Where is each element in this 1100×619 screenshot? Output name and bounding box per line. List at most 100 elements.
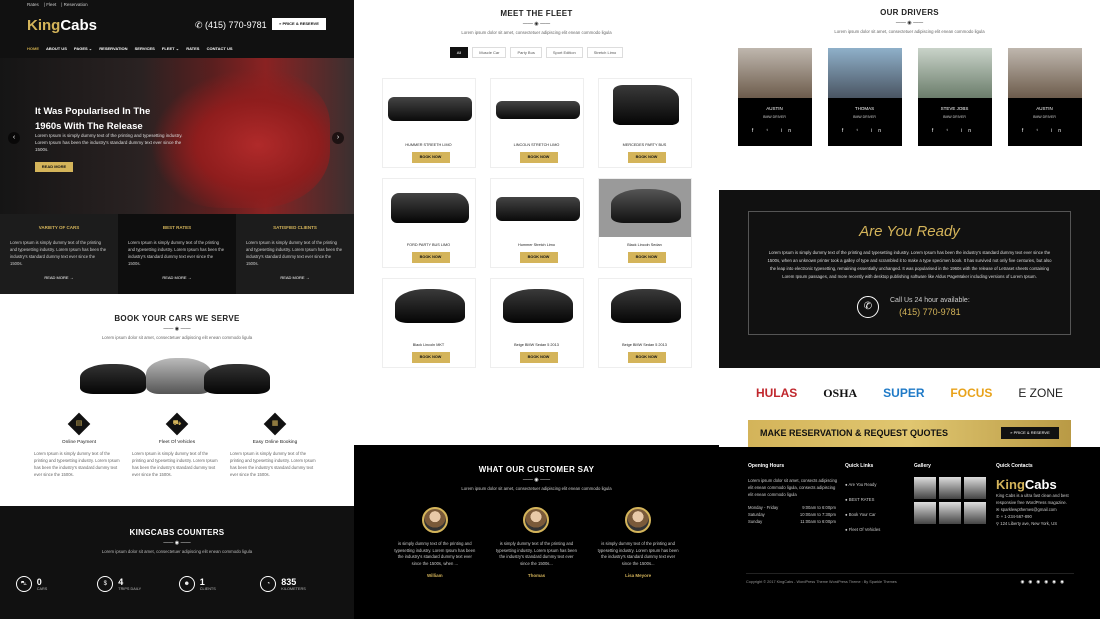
topbar-link-rates[interactable]: Rates — [27, 2, 39, 7]
tab-sport-edition[interactable]: Sport Edition — [545, 47, 583, 58]
social-icons[interactable]: f ᵗ in — [828, 128, 902, 134]
gallery-thumb[interactable] — [939, 502, 961, 524]
car-name: Black Lincoln MKT — [412, 343, 445, 347]
divider-icon: —— ◉ —— — [522, 21, 551, 27]
social-icons[interactable]: f ᵗ in — [918, 128, 992, 134]
read-more-link[interactable]: READ MORE → — [10, 275, 108, 280]
car-image — [495, 101, 580, 119]
social-icons[interactable]: f ᵗ in — [1008, 128, 1082, 134]
quick-link[interactable]: ● Are You Ready — [845, 477, 905, 492]
nav-about[interactable]: ABOUT US — [46, 46, 67, 51]
tab-all[interactable]: All — [449, 47, 469, 58]
book-now-button[interactable]: BOOK NOW — [519, 352, 558, 363]
car-image — [610, 289, 681, 323]
gallery-thumb[interactable] — [914, 502, 936, 524]
feature-title: BEST RATES — [162, 225, 192, 230]
tab-stretch-limo[interactable]: Stretch Limo — [586, 47, 624, 58]
fleet-card[interactable]: Beige BMW Sedan 5 2013 BOOK NOW — [597, 278, 692, 368]
price-reserve-button[interactable]: » PRICE & RESERVE — [1001, 427, 1059, 439]
nav-contact[interactable]: CONTACT US — [207, 46, 233, 51]
feature-title: SATISFIED CLIENTS — [273, 225, 317, 230]
driver-photo — [917, 48, 992, 98]
fleet-card[interactable]: FORD PARTY BUS LIMO BOOK NOW — [381, 178, 476, 268]
price-reserve-button[interactable]: » PRICE & RESERVE — [272, 18, 326, 30]
counter-value: 0 — [36, 577, 42, 587]
gallery-thumb[interactable] — [914, 477, 936, 499]
gallery-thumb[interactable] — [964, 502, 986, 524]
nav-home[interactable]: HOME — [27, 46, 39, 51]
fleet-section: MEET THE FLEET —— ◉ —— Lorem ipsum dolor… — [354, 0, 719, 445]
testimonial-text: is simply dummy text of the printing and… — [496, 541, 577, 566]
nav-fleet[interactable]: FLEET ⌄ — [162, 46, 179, 51]
speedometer-icon: ◔ — [260, 576, 277, 592]
prev-arrow-icon[interactable]: ‹ — [8, 132, 20, 144]
brand-logo-osha[interactable]: OSHA — [823, 386, 857, 401]
topbar-link-reservation[interactable]: Reservation — [64, 2, 88, 7]
drivers-section: OUR DRIVERS —— ◉ —— Lorem ipsum dolor si… — [719, 0, 1100, 190]
fleet-card[interactable]: Black Lincoln Sedan BOOK NOW — [597, 178, 692, 268]
fleet-card[interactable]: MERCEDES PARTY BUS BOOK NOW — [597, 78, 692, 168]
nav-rates[interactable]: RATES — [186, 46, 199, 51]
quick-link[interactable]: ● Fleet Of Vehicles — [845, 522, 905, 537]
footer-email[interactable]: ✉ sparklewpthemes@gmail.com — [996, 506, 1074, 513]
hero-read-more-button[interactable]: READ MORE — [35, 162, 73, 172]
car-name: FORD PARTY BUS LIMO — [406, 243, 451, 247]
counter-value: 835 — [281, 577, 297, 587]
section-title: BOOK YOUR CARS WE SERVE — [114, 314, 240, 323]
brand-logo-super[interactable]: SUPER — [883, 386, 924, 400]
nav-reservation[interactable]: RESERVATION — [99, 46, 127, 51]
car-image — [390, 193, 469, 223]
hero-text: Lorem Ipsum is simply dummy text of the … — [35, 133, 183, 152]
hours-row: Saturday 10:00am to 7:30pm — [748, 512, 836, 517]
testimonials-section: WHAT OUR CUSTOMER SAY —— ◉ —— Lorem ipsu… — [354, 445, 719, 619]
book-now-button[interactable]: BOOK NOW — [411, 152, 450, 163]
drivers-column: OUR DRIVERS —— ◉ —— Lorem ipsum dolor si… — [719, 0, 1100, 619]
read-more-link[interactable]: READ MORE → — [246, 275, 344, 280]
copyright-bar: Copyright © 2017 KingCabs - WordPress Th… — [746, 573, 1074, 596]
gallery-thumb[interactable] — [964, 477, 986, 499]
section-subtitle: Lorem ipsum dolor sit amet, consectetuer… — [101, 335, 253, 340]
tab-party-bus[interactable]: Party Bus — [510, 47, 542, 58]
footer-logo[interactable]: KingCabs — [996, 477, 1074, 492]
quick-link[interactable]: ● Book Your Car — [845, 507, 905, 522]
topbar-link-fleet[interactable]: Fleet — [46, 2, 56, 7]
social-icons[interactable]: f ᵗ in — [738, 128, 812, 134]
call-phone[interactable]: (415) 770-9781 — [890, 307, 970, 317]
phone-icon: ✆ — [857, 296, 879, 318]
book-now-button[interactable]: BOOK NOW — [519, 152, 558, 163]
fleet-card[interactable]: Hummer Stretch Limo BOOK NOW — [489, 178, 584, 268]
feature-text: Lorem Ipsum is simply dummy text of the … — [246, 240, 343, 266]
service-text: Lorem Ipsum is simply dummy text of the … — [132, 451, 218, 477]
book-now-button[interactable]: BOOK NOW — [411, 352, 450, 363]
read-more-link[interactable]: READ MORE → — [128, 275, 226, 280]
feature-title: VARIETY OF CARS — [38, 225, 80, 230]
quick-link[interactable]: ● BEST RATES — [845, 492, 905, 507]
fleet-card[interactable]: Beige BMW Sedan 5 2013 BOOK NOW — [489, 278, 584, 368]
hover-overlay — [598, 179, 691, 237]
book-now-button[interactable]: BOOK NOW — [627, 252, 666, 263]
book-now-button[interactable]: BOOK NOW — [519, 252, 558, 263]
book-now-button[interactable]: BOOK NOW — [411, 252, 450, 263]
car-name: MERCEDES PARTY BUS — [622, 143, 667, 147]
book-now-button[interactable]: BOOK NOW — [627, 352, 666, 363]
site-logo[interactable]: KingCabs — [27, 17, 97, 34]
footer-social-icons[interactable]: ◉◉◉◉◉◉ — [1020, 579, 1068, 585]
ready-text: Lorem Ipsum is simply dummy text of the … — [767, 250, 1052, 279]
fleet-card[interactable]: LINCOLN STRETCH LIMO BOOK NOW — [489, 78, 584, 168]
divider-icon: —— ◉ —— — [163, 326, 191, 332]
next-arrow-icon[interactable]: › — [332, 132, 344, 144]
fleet-card[interactable]: HUMMER STREETH LIMO BOOK NOW — [381, 78, 476, 168]
book-now-button[interactable]: BOOK NOW — [627, 152, 666, 163]
brand-logo-ezone[interactable]: E ZONE — [1018, 386, 1063, 400]
nav-pages[interactable]: PAGES ⌄ — [74, 46, 92, 51]
fleet-grid: HUMMER STREETH LIMO BOOK NOW LINCOLN STRE… — [354, 78, 719, 368]
feature-boxes: VARIETY OF CARS Lorem Ipsum is simply du… — [0, 214, 354, 294]
brand-logo-hulas[interactable]: HULAS — [756, 386, 797, 400]
tab-muscle-car[interactable]: Muscle Car — [472, 47, 507, 58]
hero-title: It Was Popularised In The 1960s With The… — [35, 106, 151, 132]
fleet-card[interactable]: Black Lincoln MKT BOOK NOW — [381, 278, 476, 368]
testimonial-list: is simply dummy text of the printing and… — [354, 507, 719, 578]
brand-logo-focus[interactable]: FOCUS — [950, 386, 992, 400]
nav-services[interactable]: SERVICES — [135, 46, 155, 51]
gallery-thumb[interactable] — [939, 477, 961, 499]
